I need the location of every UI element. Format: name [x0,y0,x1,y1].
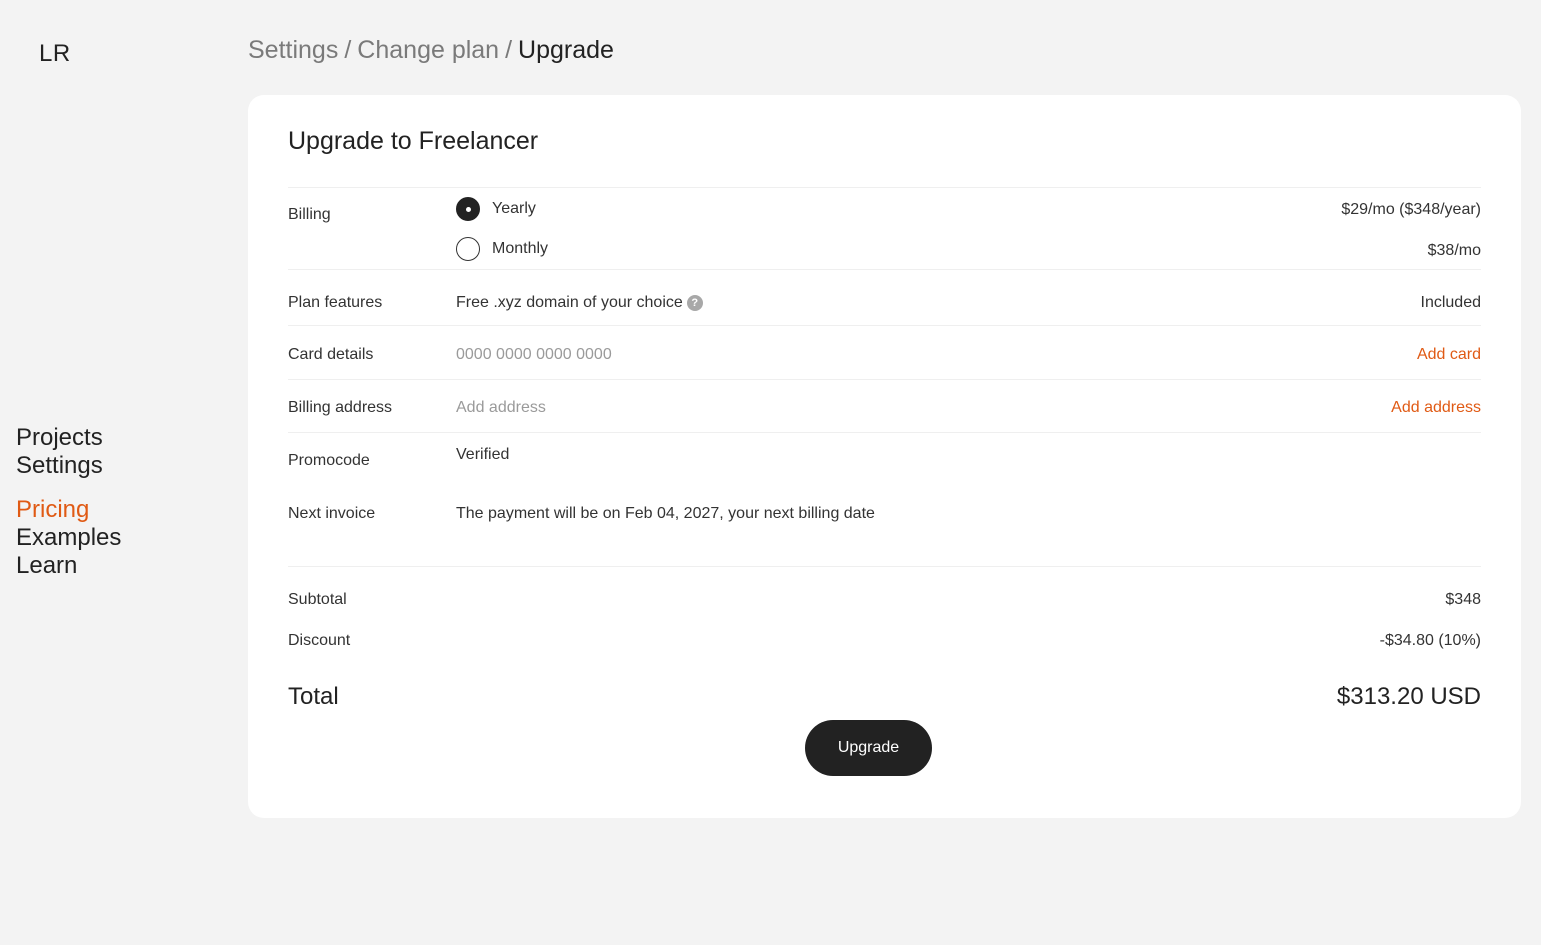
billing-yearly-price: $29/mo ($348/year) [1341,201,1481,218]
plan-feature-text: Free .xyz domain of your choice [456,294,683,311]
card-details-row: Card details 0000 0000 0000 0000 Add car… [288,325,1481,379]
logo[interactable]: LR [39,40,71,68]
nav-item-pricing[interactable]: Pricing [16,496,121,524]
breadcrumb: Settings / Change plan / Upgrade [248,34,614,66]
nav-item-settings[interactable]: Settings [16,452,121,480]
card-number-field[interactable]: 0000 0000 0000 0000 [456,346,612,364]
subtotal-value: $348 [1445,591,1481,608]
breadcrumb-settings[interactable]: Settings [248,34,338,66]
billing-option-monthly[interactable]: Monthly [456,237,548,261]
total-label: Total [288,683,339,710]
billing-label: Billing [288,206,331,223]
next-invoice-label: Next invoice [288,505,376,522]
discount-value: -$34.80 (10%) [1379,632,1481,649]
billing-option-yearly[interactable]: Yearly [456,197,536,221]
breadcrumb-current-page: Upgrade [518,36,614,64]
breadcrumb-separator: / [505,36,513,64]
nav-item-learn[interactable]: Learn [16,552,121,580]
summary-section: Subtotal $348 Discount -$34.80 (10%) Tot… [288,566,1481,726]
side-navigation: Projects Settings Pricing Examples Learn [16,424,121,580]
upgrade-button[interactable]: Upgrade [805,720,932,776]
next-invoice-value: The payment will be on Feb 04, 2027, you… [456,505,875,522]
upgrade-card: Upgrade to Freelancer Billing Yearly $29… [248,95,1521,818]
breadcrumb-change-plan[interactable]: Change plan [357,34,499,66]
billing-address-label: Billing address [288,399,393,416]
promocode-label: Promocode [288,452,370,469]
billing-row: Billing Yearly $29/mo ($348/year) Monthl… [288,187,1481,269]
billing-monthly-price: $38/mo [1427,242,1481,259]
discount-label: Discount [288,632,351,649]
promocode-status: Verified [456,446,510,463]
plan-features-value: Free .xyz domain of your choice? [456,294,703,312]
add-card-link[interactable]: Add card [1417,346,1481,364]
radio-unchecked-icon[interactable] [456,237,480,261]
card-title: Upgrade to Freelancer [288,127,539,155]
promocode-row: Promocode Verified Next invoice The paym… [288,432,1481,566]
radio-checked-icon[interactable] [456,197,480,221]
billing-address-row: Billing address Add address Add address [288,379,1481,432]
nav-item-examples[interactable]: Examples [16,524,121,552]
card-details-label: Card details [288,346,374,363]
add-address-link[interactable]: Add address [1391,399,1481,417]
nav-item-projects[interactable]: Projects [16,424,121,452]
billing-option-label: Monthly [492,240,549,257]
plan-features-row: Plan features Free .xyz domain of your c… [288,269,1481,325]
plan-features-status: Included [1420,294,1482,311]
subtotal-label: Subtotal [288,591,347,608]
total-value: $313.20 USD [1336,683,1481,710]
help-icon[interactable]: ? [686,295,703,311]
breadcrumb-separator: / [344,36,352,64]
billing-option-label: Yearly [492,200,536,217]
billing-address-field[interactable]: Add address [456,399,546,417]
plan-features-label: Plan features [288,294,383,311]
